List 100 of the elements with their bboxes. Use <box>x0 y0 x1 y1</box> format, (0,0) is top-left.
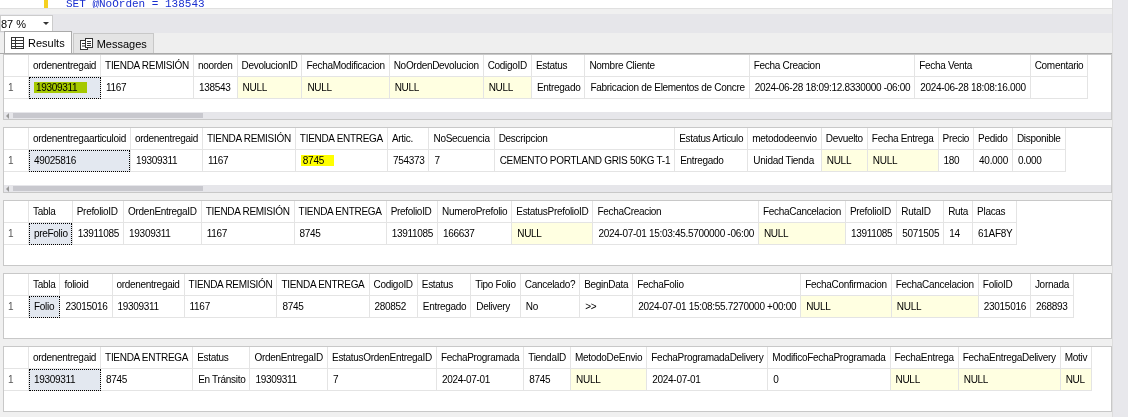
table-cell[interactable]: Delivery <box>470 295 521 318</box>
table-cell[interactable]: 13911085 <box>72 222 124 245</box>
column-header[interactable]: Nombre Cliente <box>584 55 750 77</box>
table-cell[interactable]: 8745 <box>100 368 193 391</box>
horizontal-scrollbar[interactable] <box>4 185 1111 192</box>
table-cell[interactable]: 5071505 <box>896 222 944 245</box>
table-cell[interactable]: Entregado <box>417 295 471 318</box>
column-header[interactable]: EstatusPrefolioID <box>511 201 593 223</box>
table-cell[interactable]: Entregado <box>531 76 585 99</box>
column-header[interactable]: Ruta <box>943 201 973 223</box>
column-header[interactable]: NoOrdenDevolucion <box>389 55 484 77</box>
table-cell[interactable]: 19309311 <box>130 149 203 172</box>
column-header[interactable]: PrefolioID <box>386 201 438 223</box>
table-cell[interactable]: 754373 <box>387 149 429 172</box>
results-tab[interactable]: Results <box>4 31 72 53</box>
column-header[interactable]: Precio <box>938 128 974 150</box>
table-cell[interactable]: Unidad Tienda <box>747 149 822 172</box>
column-header[interactable]: Descripcion <box>494 128 675 150</box>
column-header[interactable]: Cancelado? <box>520 274 580 296</box>
column-header[interactable]: TIENDA REMISIÓN <box>184 274 277 296</box>
column-header[interactable]: Fecha Creacion <box>749 55 915 77</box>
table-cell[interactable]: 2024-07-01 <box>646 368 768 391</box>
column-header[interactable]: FechaCancelacion <box>891 274 979 296</box>
table-cell[interactable]: 2024-07-01 15:03:45.5700000 -06:00 <box>592 222 759 245</box>
column-header[interactable]: TIENDA REMISIÓN <box>202 128 296 150</box>
column-header[interactable]: FolioID <box>978 274 1031 296</box>
table-cell[interactable]: 180 <box>938 149 974 172</box>
column-header[interactable]: TIENDA ENTREGA <box>276 274 369 296</box>
table-cell[interactable]: 280852 <box>369 295 418 318</box>
column-header[interactable]: Fecha Entrega <box>867 128 939 150</box>
column-header[interactable]: Disponible <box>1012 128 1066 150</box>
table-cell[interactable]: 1167 <box>201 222 295 245</box>
column-header[interactable]: Estatus Articulo <box>674 128 748 150</box>
table-cell[interactable]: 8745 <box>295 149 388 172</box>
column-header[interactable]: FechaProgramadaDelivery <box>646 347 768 369</box>
table-cell[interactable]: 2024-07-01 <box>436 368 524 391</box>
table-cell[interactable]: 23015016 <box>59 295 112 318</box>
column-header[interactable]: TIENDA REMISIÓN <box>201 201 295 223</box>
table-cell[interactable]: 13911085 <box>845 222 897 245</box>
column-header[interactable]: DevolucionID <box>237 55 302 77</box>
column-header[interactable]: metododeenvio <box>747 128 822 150</box>
table-cell[interactable]: 19309311 <box>123 222 202 245</box>
column-header[interactable]: Comentario <box>1030 55 1088 77</box>
column-header[interactable]: TIENDA ENTREGA <box>295 128 388 150</box>
column-header[interactable]: OrdenEntregaID <box>123 201 202 223</box>
column-header[interactable]: FechaEntregaDelivery <box>958 347 1061 369</box>
column-header[interactable]: Tabla <box>28 201 73 223</box>
table-cell[interactable]: 14 <box>943 222 973 245</box>
table-cell[interactable] <box>1030 76 1088 99</box>
table-cell[interactable]: 2024-07-01 15:08:55.7270000 +00:00 <box>632 295 801 318</box>
column-header[interactable]: CodigoID <box>483 55 532 77</box>
column-header[interactable]: EstatusOrdenEntregaID <box>327 347 437 369</box>
column-header[interactable]: OrdenEntregaID <box>249 347 328 369</box>
table-cell[interactable]: 7 <box>327 368 437 391</box>
column-header[interactable]: Pedido <box>973 128 1013 150</box>
table-cell[interactable]: 166637 <box>437 222 512 245</box>
column-header[interactable]: ordenentregaid <box>28 55 101 77</box>
scrollbar-thumb[interactable] <box>13 186 203 191</box>
column-header[interactable]: NumeroPrefolio <box>437 201 512 223</box>
column-header[interactable]: PrefolioID <box>845 201 897 223</box>
column-header[interactable]: FechaProgramada <box>436 347 524 369</box>
column-header[interactable]: Artic. <box>387 128 429 150</box>
column-header[interactable]: Placas <box>972 201 1017 223</box>
column-header[interactable]: Tabla <box>28 274 60 296</box>
table-cell[interactable]: 61AF8Y <box>972 222 1017 245</box>
table-cell[interactable]: Fabricacion de Elementos de Concre <box>584 76 750 99</box>
table-cell[interactable]: 19309311 <box>249 368 328 391</box>
column-header[interactable]: Devuelto <box>821 128 868 150</box>
table-cell[interactable]: 40.000 <box>973 149 1013 172</box>
table-cell[interactable]: 1167 <box>202 149 296 172</box>
column-header[interactable]: FechaCreacion <box>592 201 759 223</box>
column-header[interactable]: MetodoDeEnvio <box>570 347 647 369</box>
column-header[interactable]: BeginData <box>579 274 633 296</box>
column-header[interactable]: noorden <box>193 55 238 77</box>
vertical-scrollbar[interactable] <box>1112 0 1128 417</box>
table-cell[interactable]: 8745 <box>294 222 387 245</box>
column-header[interactable]: TiendaID <box>523 347 571 369</box>
code-editor[interactable]: SET @NoOrden = 138543 <box>0 0 1112 9</box>
column-header[interactable]: ordenentregaid <box>28 347 101 369</box>
column-header[interactable]: ordenentregaid <box>130 128 203 150</box>
table-cell[interactable]: 13911085 <box>386 222 438 245</box>
column-header[interactable]: FechaEntrega <box>890 347 959 369</box>
column-header[interactable]: Estatus <box>192 347 250 369</box>
table-cell[interactable]: 8745 <box>523 368 571 391</box>
table-cell[interactable]: 19309311 <box>112 295 185 318</box>
table-cell[interactable]: 268893 <box>1030 295 1074 318</box>
column-header[interactable]: TIENDA ENTREGA <box>294 201 387 223</box>
column-header[interactable]: Motiv <box>1060 347 1092 369</box>
table-cell[interactable]: CEMENTO PORTLAND GRIS 50KG T-1 <box>494 149 675 172</box>
column-header[interactable]: Tipo Folio <box>470 274 521 296</box>
column-header[interactable]: Jornada <box>1030 274 1074 296</box>
table-cell[interactable]: Entregado <box>674 149 748 172</box>
messages-tab[interactable]: Messages <box>72 33 154 53</box>
column-header[interactable]: RutaID <box>896 201 944 223</box>
column-header[interactable]: ordenentregaarticuloid <box>28 128 131 150</box>
table-cell[interactable]: 0.000 <box>1012 149 1066 172</box>
column-header[interactable]: FechaConfirmacion <box>800 274 892 296</box>
column-header[interactable]: FechaModificacion <box>301 55 390 77</box>
table-cell[interactable]: 7 <box>429 149 495 172</box>
column-header[interactable]: ordenentregaid <box>112 274 185 296</box>
